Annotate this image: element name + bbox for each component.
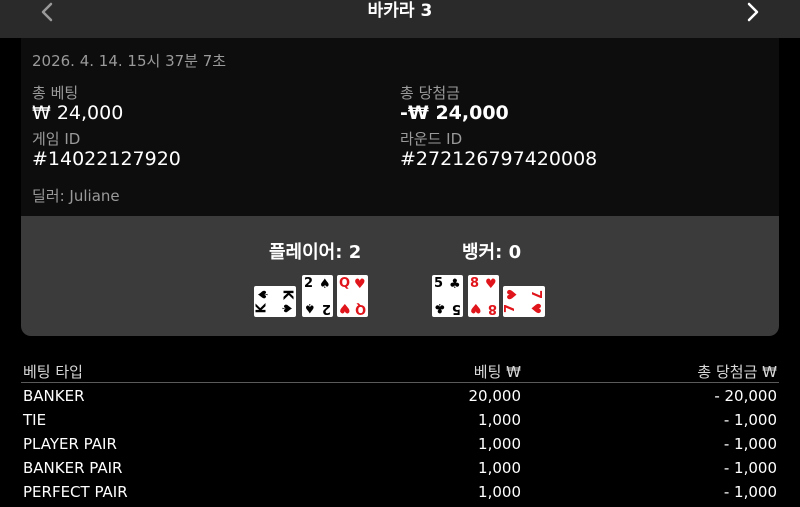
total-win-value: -₩ 24,000	[400, 102, 509, 124]
banker-card-3: 7 ♥ 7 ♥	[503, 286, 545, 317]
bet-amount: 20,000	[468, 387, 522, 405]
bet-win: - 1,000	[723, 435, 777, 453]
banker-card-1: 5 ♣ 5 ♣	[432, 275, 463, 317]
bet-amount: 1,000	[478, 411, 521, 429]
bet-amount: 1,000	[478, 459, 521, 477]
total-bet-value: ₩ 24,000	[32, 102, 124, 124]
chevron-right-icon	[747, 2, 759, 22]
bet-win: - 1,000	[723, 459, 777, 477]
player-card-3: Q ♥ Q ♥	[337, 275, 368, 317]
bet-win: - 1,000	[723, 483, 777, 501]
page-title: 바카라 3	[367, 1, 433, 21]
header-total-win: 총 당첨금 ₩	[697, 363, 777, 381]
player-card-2: 2 ♠ 2 ♠	[302, 275, 333, 317]
header-bet-amount: 베팅 ₩	[473, 363, 521, 381]
bets-table: 베팅 타입 베팅 ₩ 총 당첨금 ₩ BANKER 20,000 - 20,00…	[21, 357, 779, 503]
banker-score: 뱅커: 0	[462, 242, 522, 263]
round-id-label: 라운드 ID	[400, 130, 463, 148]
banker-card-2: 8 ♥ 8 ♥	[468, 275, 499, 317]
round-result-panel: 플레이어: 2 뱅커: 0 K ♠ K ♠ 2 ♠ 2 ♠ Q ♥ Q ♥ 5 …	[21, 216, 779, 336]
table-row: BANKER 20,000 - 20,000	[21, 383, 779, 407]
bet-win: - 20,000	[714, 387, 777, 405]
table-row: PERFECT PAIR 1,000 - 1,000	[21, 479, 779, 503]
round-id-value: #272126797420008	[400, 148, 598, 170]
bet-type: BANKER	[23, 387, 85, 405]
player-card-1: K ♠ K ♠	[254, 286, 296, 317]
dealer-name: 딜러: Juliane	[32, 187, 120, 205]
table-row: BANKER PAIR 1,000 - 1,000	[21, 455, 779, 479]
bets-table-header: 베팅 타입 베팅 ₩ 총 당첨금 ₩	[21, 357, 779, 383]
player-score: 플레이어: 2	[269, 242, 362, 263]
total-win-label: 총 당첨금	[400, 84, 460, 102]
bet-type: BANKER PAIR	[23, 459, 123, 477]
game-id-label: 게임 ID	[32, 130, 81, 148]
bet-amount: 1,000	[478, 435, 521, 453]
table-row: TIE 1,000 - 1,000	[21, 407, 779, 431]
bet-amount: 1,000	[478, 483, 521, 501]
bet-type: TIE	[23, 411, 47, 429]
bet-type: PERFECT PAIR	[23, 483, 128, 501]
bet-type: PLAYER PAIR	[23, 435, 117, 453]
table-row: PLAYER PAIR 1,000 - 1,000	[21, 431, 779, 455]
header-bet-type: 베팅 타입	[23, 363, 83, 381]
total-bet-label: 총 베팅	[32, 84, 79, 102]
top-bar: 바카라 3	[0, 0, 800, 38]
bet-win: - 1,000	[723, 411, 777, 429]
game-id-value: #14022127920	[32, 148, 181, 170]
round-datetime: 2026. 4. 14. 15시 37분 7초	[32, 52, 227, 70]
round-details-panel: 2026. 4. 14. 15시 37분 7초 총 베팅 ₩ 24,000 총 …	[21, 38, 779, 216]
next-button[interactable]	[733, 0, 773, 24]
